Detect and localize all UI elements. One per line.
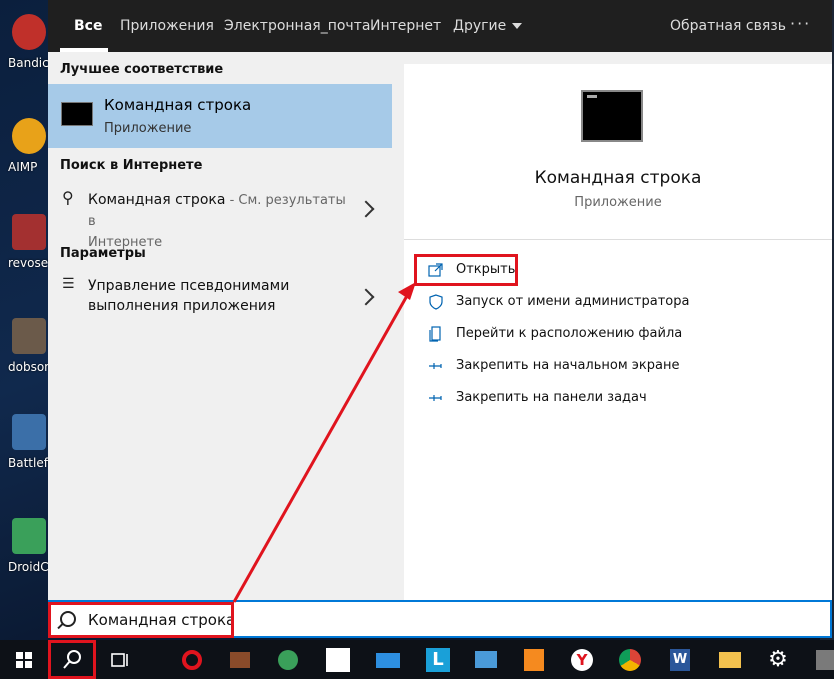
settings-result-item[interactable]: ☰ Управление псевдонимами выполнения прил… [48, 274, 392, 322]
web-search-heading: Поиск в Интернете [60, 158, 203, 173]
windows-start-icon[interactable] [8, 644, 40, 676]
action-pin-to-taskbar-label: Закрепить на панели задач [456, 390, 647, 405]
app-icon-chest[interactable] [224, 644, 256, 676]
tab-apps[interactable]: Приложения [120, 0, 214, 52]
chrome-icon[interactable] [614, 644, 646, 676]
settings-result-text: Управление псевдонимами выполнения прилож… [88, 276, 348, 316]
desktop-icon-revo[interactable]: revosetu [0, 206, 60, 296]
feedback-link[interactable]: Обратная связь [670, 0, 786, 52]
desktop-icon-droidcam[interactable]: DroidCa [0, 510, 56, 600]
revo-uninstaller-icon [12, 214, 46, 250]
web-result-text: Командная строка - См. результаты в Интер… [88, 190, 348, 253]
desktop-icon-label: AIMP [8, 160, 38, 174]
app-icon-cursor[interactable] [322, 644, 354, 676]
tab-email[interactable]: Электронная_почта [224, 0, 370, 52]
settings-gear-icon[interactable]: ⚙ [762, 644, 794, 676]
desktop-icon-bandicam[interactable]: Bandic [0, 6, 49, 96]
best-match-heading: Лучшее соответствие [60, 62, 224, 77]
best-match-subtitle: Приложение [104, 121, 192, 136]
action-pin-to-start-label: Закрепить на начальном экране [456, 358, 680, 373]
tab-web[interactable]: Интернет [370, 0, 441, 52]
file-explorer-icon[interactable] [714, 644, 746, 676]
sublime-text-icon[interactable] [518, 644, 550, 676]
aimp-icon [12, 118, 46, 154]
word-icon[interactable]: W [664, 644, 696, 676]
battlefield-icon [12, 414, 46, 450]
app-icon-partial[interactable] [814, 644, 834, 676]
app-icon-l[interactable]: L [422, 644, 454, 676]
desktop-icon-label: dobson [8, 360, 52, 374]
results-list: Лучшее соответствие Командная строка При… [48, 52, 404, 600]
tab-other-label: Другие [453, 18, 507, 34]
open-action-highlight [414, 254, 518, 286]
caret-down-icon [512, 23, 523, 29]
app-icon-shield[interactable] [272, 644, 304, 676]
search-panel: Все Приложения Электронная_почта Интерне… [48, 0, 832, 638]
mail-icon[interactable] [372, 644, 404, 676]
search-filter-bar: Все Приложения Электронная_почта Интерне… [48, 0, 832, 52]
settings-heading: Параметры [60, 246, 146, 261]
pin-icon [429, 395, 442, 401]
list-settings-icon: ☰ [62, 276, 75, 292]
chevron-right-icon[interactable] [357, 288, 375, 306]
search-icon: ⚲ [62, 188, 74, 207]
preview-divider [404, 239, 832, 240]
droidcam-icon [12, 518, 46, 554]
app-icon-desktop[interactable] [470, 644, 502, 676]
tab-other-dropdown[interactable]: Другие [453, 0, 523, 52]
desktop-icon-label: Bandic [8, 56, 49, 70]
taskbar: L Y W ⚙ [0, 640, 834, 679]
action-open-file-location-label: Перейти к расположению файла [456, 326, 683, 341]
more-options-icon[interactable]: ··· [790, 14, 811, 33]
desktop-icon-dobson[interactable]: dobson [0, 310, 52, 400]
best-match-item[interactable]: Командная строка Приложение [48, 84, 392, 148]
web-result-main: Командная строка [88, 192, 226, 208]
best-match-title: Командная строка [104, 96, 252, 114]
desktop-icon-aimp[interactable]: AIMP [0, 110, 48, 200]
command-prompt-large-icon [581, 90, 643, 142]
settings-result-line1: Управление псевдонимами [88, 278, 290, 294]
preview-pane: Командная строка Приложение Открыть Запу… [404, 64, 832, 600]
yandex-browser-icon[interactable]: Y [566, 644, 598, 676]
chevron-right-icon[interactable] [357, 200, 375, 218]
search-box-highlight [48, 602, 234, 638]
pin-icon [429, 363, 442, 369]
tab-all[interactable]: Все [74, 0, 102, 52]
opera-icon[interactable] [176, 644, 208, 676]
command-prompt-icon [61, 102, 93, 126]
action-run-as-admin-label: Запуск от имени администратора [456, 294, 690, 309]
bandicam-icon [12, 14, 46, 50]
preview-title: Командная строка [534, 168, 702, 188]
preview-subtitle: Приложение [574, 195, 662, 210]
task-view-icon[interactable] [104, 644, 136, 676]
shield-icon [429, 294, 443, 310]
desktop-icon-battlefield[interactable]: Battlefie [0, 406, 59, 496]
web-result-item[interactable]: ⚲ Командная строка - См. результаты в Инт… [48, 186, 392, 250]
taskbar-search-highlight [48, 640, 96, 679]
file-location-icon [429, 326, 441, 342]
dobson-icon [12, 318, 46, 354]
settings-result-line2: выполнения приложения [88, 298, 276, 314]
